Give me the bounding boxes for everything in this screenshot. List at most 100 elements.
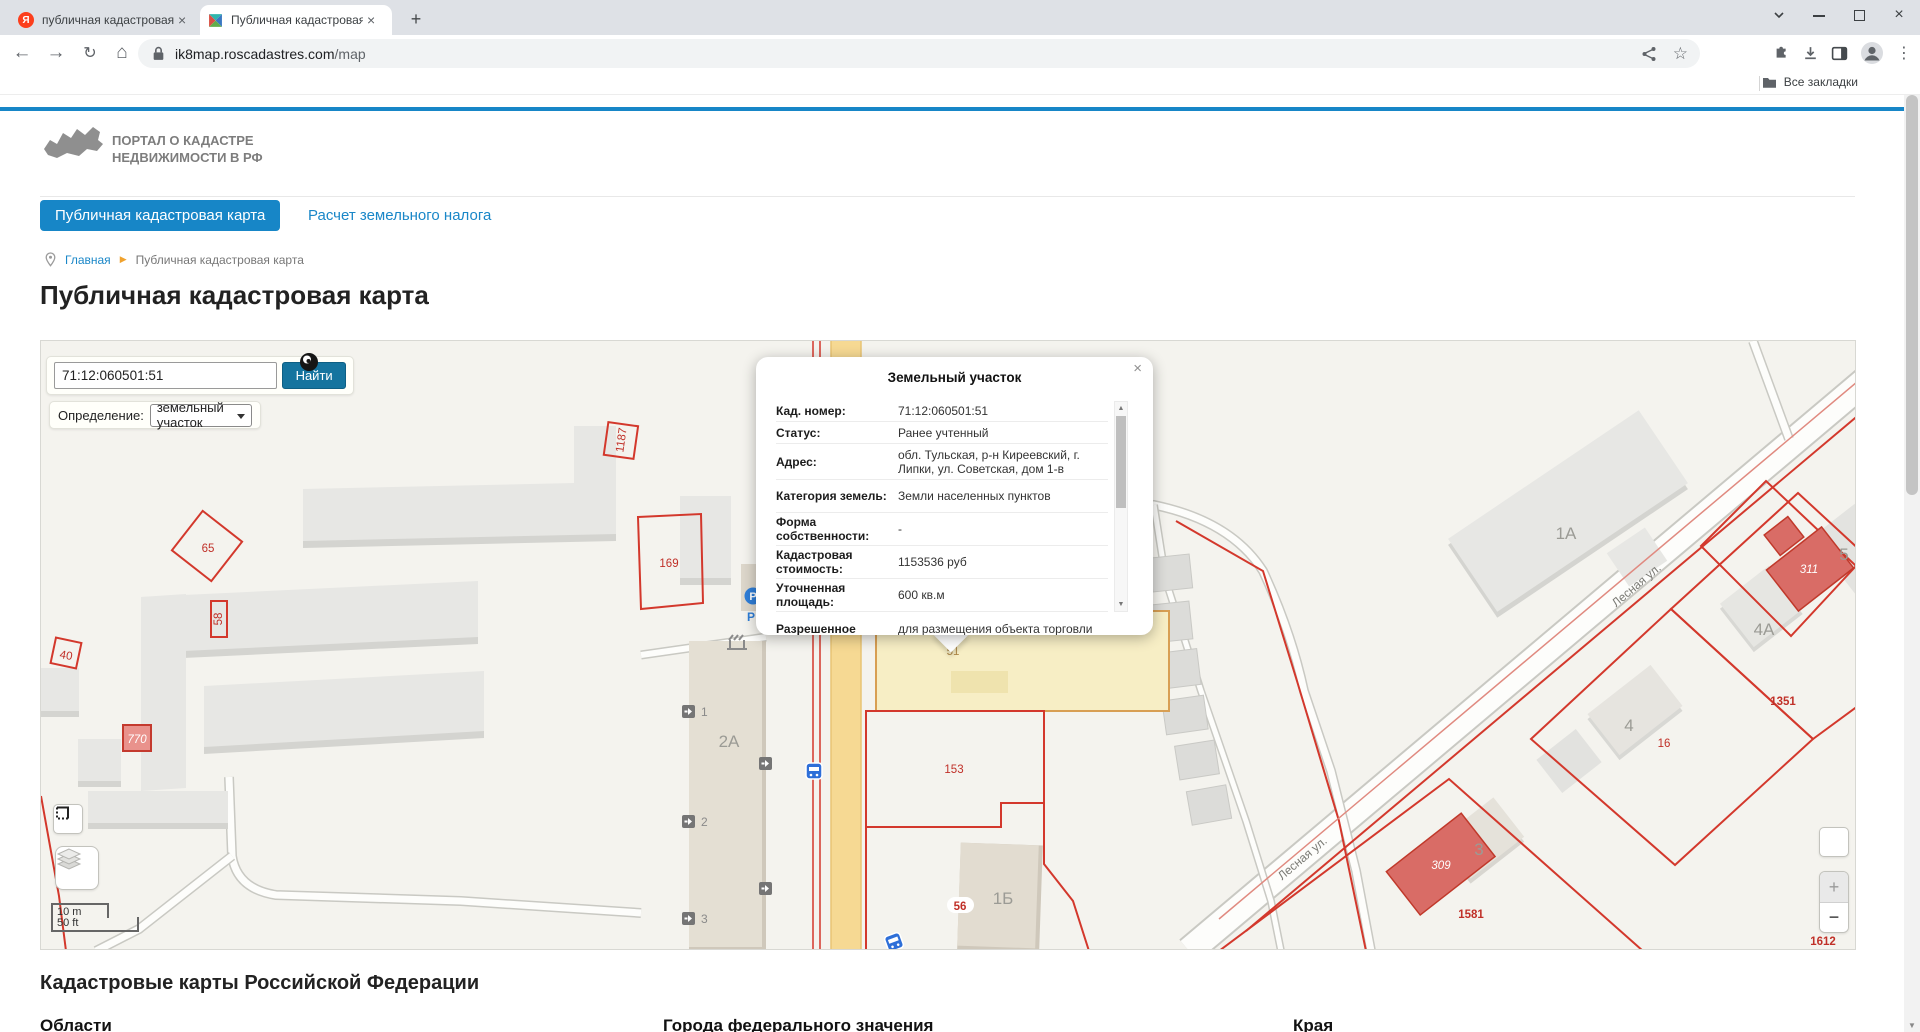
parcel-info-popup: × Земельный участок Кад. номер:71:12:060… xyxy=(756,357,1153,635)
search-input[interactable] xyxy=(54,362,277,389)
svg-text:2А: 2А xyxy=(719,732,740,751)
svg-text:3: 3 xyxy=(701,912,708,926)
popup-title: Земельный участок xyxy=(756,370,1153,385)
scroll-up-icon[interactable]: ▲ xyxy=(1115,405,1127,412)
svg-text:65: 65 xyxy=(202,543,215,555)
divider xyxy=(40,196,1855,197)
forward-icon[interactable]: → xyxy=(42,39,70,67)
all-bookmarks-button[interactable]: Все закладки xyxy=(1762,75,1858,89)
ruler-icon xyxy=(54,805,71,822)
svg-text:4А: 4А xyxy=(1754,620,1775,639)
tab-title: публичная кадастровая ка xyxy=(42,13,174,27)
nav-tab-land-tax[interactable]: Расчет земельного налога xyxy=(308,207,491,224)
svg-text:2: 2 xyxy=(701,815,708,829)
reload-icon[interactable]: ↻ xyxy=(76,39,104,67)
svg-text:1612: 1612 xyxy=(1810,936,1836,948)
url-text: ik8map.roscadastres.com/map xyxy=(175,46,366,62)
tab-strip: Я публичная кадастровая ка × Публичная к… xyxy=(0,0,1920,35)
new-tab-button[interactable]: + xyxy=(404,8,428,32)
svg-text:4: 4 xyxy=(1624,716,1633,735)
permitted-use-value: для размещения объекта торговли xyxy=(894,622,1092,635)
browser-tab-inactive[interactable]: Я публичная кадастровая ка × xyxy=(10,5,196,35)
footer-column-kraya: Края xyxy=(1293,1016,1333,1032)
svg-text:1581: 1581 xyxy=(1458,909,1484,921)
zoom-control: + − xyxy=(1819,871,1849,933)
browser-tab-active[interactable]: Публичная кадастровая ка × xyxy=(200,5,392,35)
russia-map-logo xyxy=(42,118,106,168)
footer-column-oblasti: Области xyxy=(40,1016,112,1032)
breadcrumb-current: Публичная кадастровая карта xyxy=(136,253,304,267)
tab-close-icon[interactable]: × xyxy=(178,12,186,28)
address-value: обл. Тульская, р-н Киреевский, г. Липки,… xyxy=(894,448,1108,476)
map-scale-control: 10 m 50 ft xyxy=(51,903,139,932)
scroll-down-icon[interactable]: ▼ xyxy=(1904,1021,1920,1030)
svg-text:1Б: 1Б xyxy=(993,889,1014,908)
scale-metric: 10 m xyxy=(51,903,109,918)
extensions-puzzle-icon[interactable] xyxy=(1773,45,1790,62)
svg-text:40: 40 xyxy=(59,649,74,663)
ownership-value: - xyxy=(894,522,902,536)
measure-tool-button[interactable] xyxy=(53,804,83,834)
svg-text:3: 3 xyxy=(1474,840,1483,859)
scroll-down-icon[interactable]: ▼ xyxy=(1115,601,1127,608)
parking-label: Р xyxy=(747,610,755,624)
mouse-cursor-icon xyxy=(296,349,322,375)
window-close-icon[interactable]: × xyxy=(1892,8,1906,22)
road-stub-top-right xyxy=(1753,341,1789,439)
zoom-out-button[interactable]: − xyxy=(1820,903,1848,933)
breadcrumb-arrow-icon: ▶ xyxy=(120,254,127,265)
page-scrollbar[interactable]: ▼ xyxy=(1904,95,1920,1032)
status-value: Ранее учтенный xyxy=(894,426,988,440)
svg-text:1А: 1А xyxy=(1556,524,1577,543)
breadcrumb-home-link[interactable]: Главная xyxy=(65,253,111,267)
svg-text:5: 5 xyxy=(1839,545,1848,564)
cadastral-map-canvas[interactable]: P 1187 169 65 58 40 770 153 56 51 xyxy=(40,340,1856,950)
cadastral-value: 1153536 руб xyxy=(894,555,967,569)
divider xyxy=(1759,76,1760,91)
profile-avatar[interactable] xyxy=(1860,41,1884,65)
object-type-select[interactable]: земельный участок xyxy=(150,404,252,427)
chevron-down-icon[interactable] xyxy=(1772,8,1786,22)
share-icon[interactable] xyxy=(1641,46,1657,62)
popup-attribute-table: Кад. номер:71:12:060501:51 Статус:Ранее … xyxy=(776,401,1108,635)
svg-text:311: 311 xyxy=(1800,564,1818,576)
layers-button[interactable] xyxy=(55,846,99,890)
svg-text:169: 169 xyxy=(659,558,678,570)
download-icon[interactable] xyxy=(1802,45,1819,62)
svg-text:58: 58 xyxy=(213,613,225,626)
site-top-border xyxy=(0,107,1904,111)
bus-stop-icon[interactable] xyxy=(884,932,905,950)
page-title: Публичная кадастровая карта xyxy=(40,280,429,311)
fullscreen-button[interactable] xyxy=(1819,827,1849,857)
pkk-favicon-icon xyxy=(208,13,223,28)
address-bar[interactable]: ik8map.roscadastres.com/map ☆ xyxy=(138,39,1700,68)
svg-text:1351: 1351 xyxy=(1770,696,1796,708)
sidebar-icon[interactable] xyxy=(1831,45,1848,62)
zoom-in-button[interactable]: + xyxy=(1820,872,1848,903)
back-icon[interactable]: ← xyxy=(8,39,36,67)
bookmarks-bar: Все закладки xyxy=(0,72,1920,95)
scrollbar-thumb[interactable] xyxy=(1906,95,1918,495)
bus-stop-icon[interactable] xyxy=(806,763,822,779)
folder-icon xyxy=(1762,76,1777,89)
bookmark-star-icon[interactable]: ☆ xyxy=(1673,44,1688,64)
tab-close-icon[interactable]: × xyxy=(367,12,375,28)
popup-close-icon[interactable]: × xyxy=(1133,360,1142,377)
scrollbar-thumb[interactable] xyxy=(1116,416,1126,508)
popup-scrollbar[interactable]: ▲ ▼ xyxy=(1114,401,1128,612)
breadcrumb: Главная ▶ Публичная кадастровая карта xyxy=(45,252,304,267)
svg-text:1: 1 xyxy=(701,705,708,719)
site-logo-text: ПОРТАЛ О КАДАСТРЕ НЕДВИЖИМОСТИ В РФ xyxy=(112,132,263,166)
footer-column-cities: Города федерального значения xyxy=(663,1016,933,1032)
minimize-icon[interactable] xyxy=(1812,8,1826,22)
area-value: 600 кв.м xyxy=(894,588,945,602)
restore-window-icon[interactable] xyxy=(1852,8,1866,22)
land-category-value: Земли населенных пунктов xyxy=(894,489,1051,503)
menu-kebab-icon[interactable]: ⋮ xyxy=(1896,43,1912,63)
svg-text:1187: 1187 xyxy=(614,427,629,453)
kad-number-value: 71:12:060501:51 xyxy=(894,404,988,418)
nav-tab-public-map[interactable]: Публичная кадастровая карта xyxy=(40,200,280,231)
svg-text:770: 770 xyxy=(127,734,147,746)
filter-label: Определение: xyxy=(58,408,144,423)
home-icon[interactable]: ⌂ xyxy=(108,39,136,67)
